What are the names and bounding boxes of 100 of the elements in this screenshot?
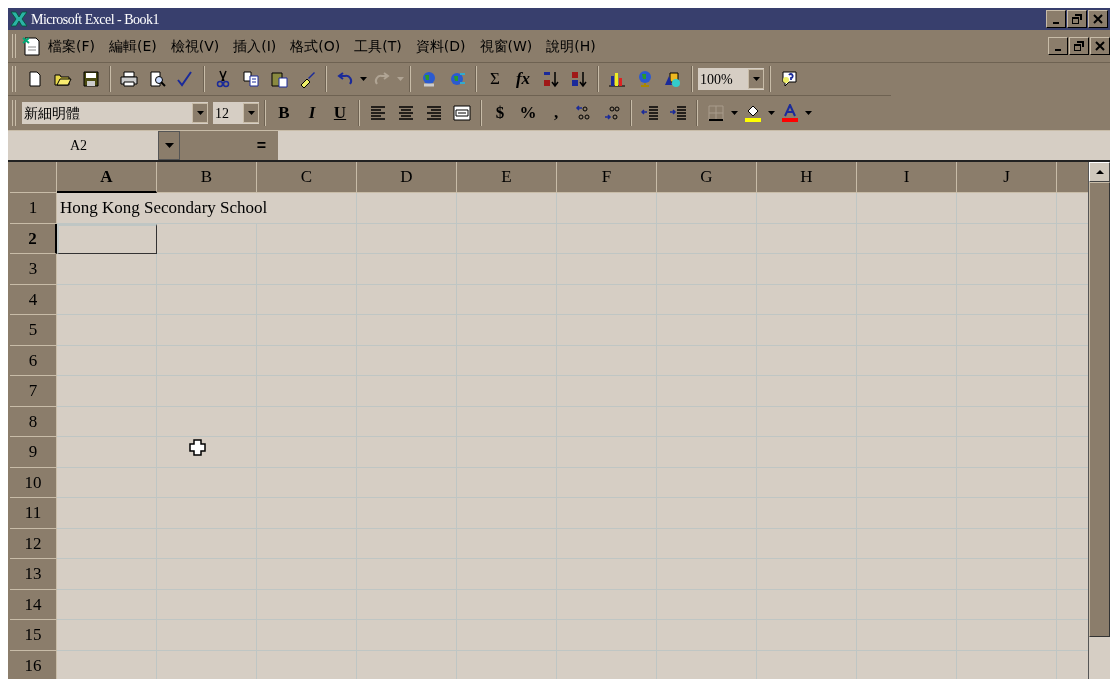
column-header[interactable]: G	[657, 162, 757, 193]
cell[interactable]	[957, 193, 1057, 224]
row-header[interactable]: 14	[10, 589, 57, 620]
caret-icon[interactable]	[196, 111, 204, 115]
cell[interactable]	[57, 589, 157, 620]
row-header[interactable]: 9	[10, 437, 57, 468]
cell[interactable]	[1057, 315, 1088, 346]
row-header[interactable]: 6	[10, 345, 57, 376]
cell[interactable]	[57, 467, 157, 498]
bold-button[interactable]: B	[271, 100, 297, 126]
row-header[interactable]: 1	[10, 193, 57, 224]
menu-item[interactable]: 檔案(F)	[46, 35, 97, 57]
restore-button[interactable]	[1069, 37, 1089, 55]
cell[interactable]	[57, 284, 157, 315]
column-header[interactable]: I	[857, 162, 957, 193]
vertical-scrollbar[interactable]	[1088, 162, 1110, 679]
column-header[interactable]: E	[457, 162, 557, 193]
percent-button[interactable]: %	[515, 100, 541, 126]
dropdown-button[interactable]	[158, 131, 180, 160]
scroll-thumb[interactable]	[1089, 182, 1110, 637]
cell[interactable]	[57, 345, 157, 376]
restore-button[interactable]	[1067, 10, 1087, 28]
font-box[interactable]: 新細明體	[22, 102, 208, 124]
comma-button[interactable]: ,	[543, 100, 569, 126]
cell[interactable]	[1057, 528, 1088, 559]
cell[interactable]	[57, 650, 157, 679]
cell[interactable]	[1057, 650, 1088, 679]
row-header[interactable]: 11	[10, 498, 57, 529]
caret-icon[interactable]	[768, 111, 775, 115]
cell[interactable]	[57, 376, 157, 407]
cell[interactable]	[1057, 437, 1088, 468]
cell[interactable]	[1057, 223, 1088, 254]
cell[interactable]	[1057, 559, 1088, 590]
scroll-up-button[interactable]	[1089, 162, 1110, 182]
sum-button[interactable]: Σ	[482, 66, 508, 92]
cell[interactable]	[57, 406, 157, 437]
cell[interactable]	[157, 437, 257, 468]
minimize-button[interactable]	[1048, 37, 1068, 55]
underline-button[interactable]: U	[327, 100, 353, 126]
size-box[interactable]: 12	[213, 102, 259, 124]
equals-button[interactable]: =	[256, 133, 266, 158]
row-header[interactable]: 10	[10, 467, 57, 498]
row-header[interactable]: 3	[10, 254, 57, 285]
cell[interactable]	[1057, 498, 1088, 529]
column-header[interactable]: D	[357, 162, 457, 193]
cell[interactable]	[57, 437, 157, 468]
cell[interactable]	[1057, 345, 1088, 376]
column-header[interactable]: J	[957, 162, 1057, 193]
cell[interactable]	[57, 559, 157, 590]
close-button[interactable]	[1090, 37, 1110, 55]
close-button[interactable]	[1088, 10, 1108, 28]
menu-item[interactable]: 插入(I)	[231, 35, 279, 57]
select-all-button[interactable]	[10, 162, 57, 193]
italic-button[interactable]: I	[299, 100, 325, 126]
row-header[interactable]: 4	[10, 284, 57, 315]
row-header[interactable]: 5	[10, 315, 57, 346]
column-header[interactable]: A	[57, 162, 157, 193]
cell[interactable]	[1057, 406, 1088, 437]
menu-item[interactable]: 說明(H)	[544, 35, 598, 57]
menu-item[interactable]: 編輯(E)	[107, 35, 159, 57]
menu-item[interactable]: 工具(T)	[352, 35, 404, 57]
cell[interactable]	[57, 254, 157, 285]
cell[interactable]	[1057, 254, 1088, 285]
cell[interactable]	[1057, 193, 1088, 224]
row-header[interactable]: 2	[10, 223, 57, 254]
row-header[interactable]: 12	[10, 528, 57, 559]
column-header[interactable]: H	[757, 162, 857, 193]
menu-item[interactable]: 檢視(V)	[168, 35, 222, 57]
menu-item[interactable]: 格式(O)	[288, 35, 343, 57]
cell[interactable]	[1057, 284, 1088, 315]
cell[interactable]	[557, 193, 657, 224]
cell[interactable]	[1057, 589, 1088, 620]
name-box[interactable]: A2	[8, 131, 158, 160]
cell[interactable]	[157, 223, 257, 254]
row-header[interactable]: 8	[10, 406, 57, 437]
menu-item[interactable]: 視窗(W)	[477, 35, 535, 57]
cell[interactable]	[57, 498, 157, 529]
cell[interactable]	[857, 193, 957, 224]
document-icon[interactable]	[20, 35, 42, 57]
menu-item[interactable]: 資料(D)	[413, 35, 468, 57]
cell[interactable]	[457, 193, 557, 224]
cell[interactable]	[157, 254, 257, 285]
cell[interactable]	[1057, 620, 1088, 651]
cell[interactable]	[1057, 467, 1088, 498]
cell[interactable]	[57, 223, 157, 254]
caret-icon[interactable]	[360, 77, 367, 81]
zoom-box[interactable]: 100%	[698, 68, 764, 90]
column-header[interactable]: C	[257, 162, 357, 193]
caret-icon[interactable]	[752, 77, 760, 81]
row-header[interactable]: 7	[10, 376, 57, 407]
row-header[interactable]: 13	[10, 559, 57, 590]
caret-icon[interactable]	[247, 111, 255, 115]
cell[interactable]	[357, 193, 457, 224]
cell[interactable]	[1057, 376, 1088, 407]
cell[interactable]	[57, 528, 157, 559]
currency-button[interactable]: $	[487, 100, 513, 126]
minimize-button[interactable]	[1046, 10, 1066, 28]
cell[interactable]	[57, 315, 157, 346]
cell[interactable]	[757, 193, 857, 224]
cell[interactable]: Hong Kong Secondary School	[57, 193, 357, 224]
